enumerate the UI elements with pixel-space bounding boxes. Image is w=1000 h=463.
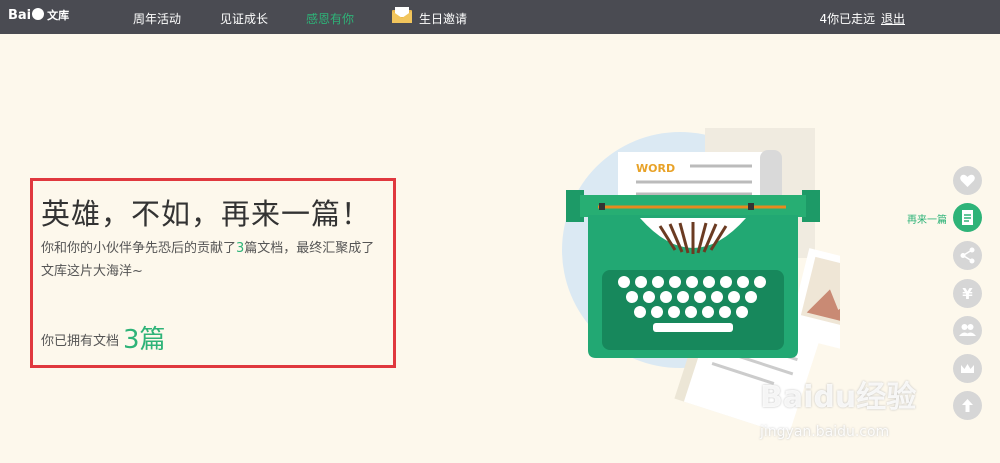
document-icon [962,210,973,225]
svg-text:¥: ¥ [962,285,973,303]
envelope-icon [392,7,412,23]
nav-thanks[interactable]: 感恩有你 [306,10,354,27]
write-another-button[interactable] [953,203,982,232]
logo-suffix: 文库 [47,9,70,22]
share-icon [960,247,975,264]
nav-growth[interactable]: 见证成长 [220,10,268,27]
roller-knob [760,150,782,202]
ranking-button[interactable] [953,354,982,383]
nav-anniversary[interactable]: 周年活动 [133,10,181,27]
users-icon [959,324,976,336]
watermark-url: jingyan.baidu.com [760,424,890,440]
paper-label: WORD [636,162,675,175]
share-button[interactable] [953,241,982,270]
active-tool-label: 再来一篇 [907,215,947,226]
owned-label: 你已拥有文档 [41,334,120,349]
owned-docs: 你已拥有文档 3篇 [41,319,166,356]
hero-title: 英雄，不如，再来一篇！ [41,197,372,231]
nav-birthday-invite[interactable]: 生日邀请 [419,10,467,27]
friends-button[interactable] [953,316,982,345]
logo-text: Bai [8,8,32,23]
paw-icon [32,8,45,20]
watermark-logo: Baidu经验 [760,380,917,415]
desc-prefix: 你和你的小伙伴争先恐后的贡献了 [41,241,237,256]
baidu-wenku-logo[interactable]: Bai 文库 [8,7,69,23]
hero-box: 英雄，不如，再来一篇！ 你和你的小伙伴争先恐后的贡献了3篇文档，最终汇聚成了文库… [30,178,396,368]
logout-link[interactable]: 退出 [881,12,905,26]
top-nav-bar: Bai 文库 周年活动 见证成长 感恩有你 生日邀请 4你已走远 退出 [0,0,1000,34]
owned-count: 3篇 [123,325,166,355]
arrow-up-icon [962,399,973,412]
like-button[interactable] [953,166,982,195]
crown-icon [961,364,974,373]
heart-icon [960,174,975,187]
yen-icon: ¥ [962,285,973,303]
user-status: 4你已走远 [819,12,876,26]
back-to-top-button[interactable] [953,391,982,420]
user-area: 4你已走远 退出 [820,10,905,27]
hero-description: 你和你的小伙伴争先恐后的贡献了3篇文档，最终汇聚成了文库这片大海洋~ [41,237,381,283]
wealth-button[interactable]: ¥ [953,279,982,308]
